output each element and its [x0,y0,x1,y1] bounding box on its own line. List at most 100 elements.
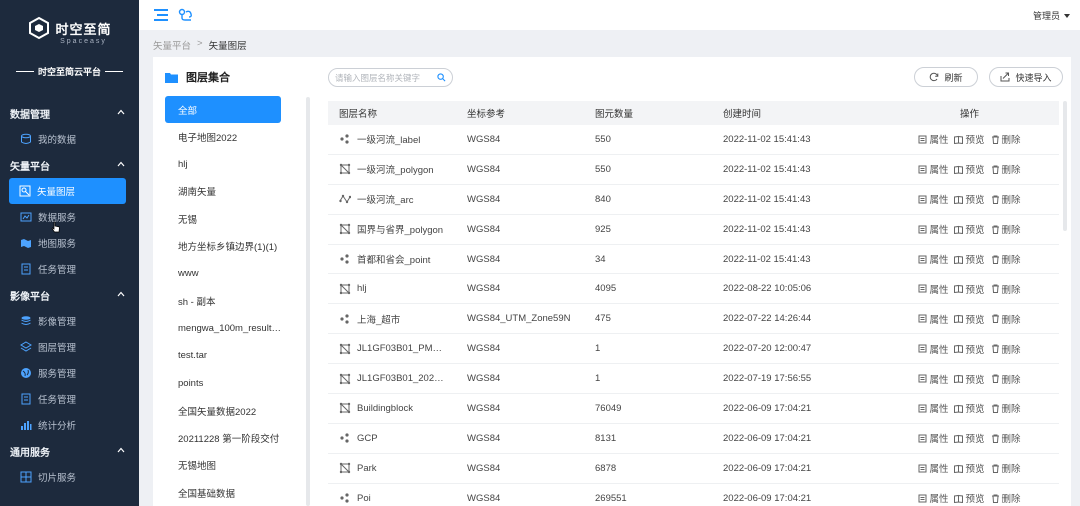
sidebar-group[interactable]: 通用服务 [0,438,139,464]
delete-button[interactable]: 删除 [991,372,1021,386]
attributes-button[interactable]: 属性 [918,491,948,505]
layer-collection-item[interactable]: 无锡地图 [165,452,310,479]
sidebar-group-label: 影像平台 [10,291,50,303]
delete-button[interactable]: 删除 [991,342,1021,356]
table-row[interactable]: 首都和省会_point WGS84 34 2022-11-02 15:41:43… [328,245,1059,275]
user-menu[interactable]: 管理员 [1033,9,1070,22]
delete-button[interactable]: 删除 [991,192,1021,206]
layer-collection-item[interactable]: test.tar [165,342,310,369]
attributes-button[interactable]: 属性 [918,431,948,445]
menu-toggle-icon[interactable] [154,9,168,21]
user-name: 管理员 [1032,11,1060,21]
table-row[interactable]: JL1GF03B01_202… WGS84 1 2022-07-19 17:56… [328,364,1059,395]
sidebar-group[interactable]: 数据管理 [0,100,139,126]
layer-collection-item[interactable]: 无锡 [165,205,310,232]
preview-button[interactable]: 预览 [954,372,985,386]
sidebar-item[interactable]: 任务管理 [0,386,139,412]
table-row[interactable]: GCP WGS84 8131 2022-06-09 17:04:21 属性 预览… [328,424,1059,454]
preview-button[interactable]: 预览 [954,461,985,475]
table-scrollbar[interactable] [1063,101,1067,231]
attributes-icon [918,195,927,204]
table-row[interactable]: Buildingblock WGS84 76049 2022-06-09 17:… [328,394,1059,424]
attributes-button[interactable]: 属性 [918,282,948,296]
refresh-button[interactable]: 刷新 [914,67,978,87]
delete-button[interactable]: 删除 [991,252,1021,266]
attributes-button[interactable]: 属性 [918,132,948,146]
sidebar-group[interactable]: 矢量平台 [0,152,139,178]
layer-collection-item[interactable]: points [165,370,310,397]
preview-button[interactable]: 预览 [954,192,985,206]
preview-button[interactable]: 预览 [954,282,985,296]
attributes-button[interactable]: 属性 [918,252,948,266]
table-row[interactable]: 一级河流_polygon WGS84 550 2022-11-02 15:41:… [328,155,1059,185]
table-row[interactable]: 国界与省界_polygon WGS84 925 2022-11-02 15:41… [328,215,1059,245]
attributes-button[interactable]: 属性 [918,461,948,475]
delete-button[interactable]: 删除 [991,312,1021,326]
delete-button[interactable]: 删除 [991,401,1021,415]
table-row[interactable]: JL1GF03B01_PM… WGS84 1 2022-07-20 12:00:… [328,334,1059,365]
folder-icon [165,72,178,83]
preview-button[interactable]: 预览 [954,222,985,236]
sidebar-item[interactable]: 任务管理 [0,256,139,282]
preview-button[interactable]: 预览 [954,491,985,505]
attributes-button[interactable]: 属性 [918,401,948,415]
attributes-button[interactable]: 属性 [918,162,948,176]
delete-button[interactable]: 删除 [991,282,1021,296]
layer-collection-item[interactable]: 电子地图2022 [165,123,310,150]
sidebar-item[interactable]: 数据服务 [0,204,139,230]
preview-button[interactable]: 预览 [954,401,985,415]
layer-collection-item[interactable]: 全国矢量数据2022 [165,397,310,424]
layer-collection-item[interactable]: hlj [165,150,310,177]
preview-button[interactable]: 预览 [954,162,985,176]
delete-button[interactable]: 删除 [991,162,1021,176]
preview-button[interactable]: 预览 [954,132,985,146]
layer-collection-item[interactable]: 全部 [165,96,281,123]
layer-collection-item[interactable]: 地方坐标乡镇边界(1)(1) [165,233,310,260]
table-row[interactable]: hlj WGS84 4095 2022-08-22 10:05:06 属性 预览… [328,274,1059,305]
chevron-up-icon [117,447,125,453]
cell-crs: WGS84 [467,373,501,385]
attributes-button[interactable]: 属性 [918,312,948,326]
sidebar-item[interactable]: 我的数据 [0,126,139,152]
delete-button[interactable]: 删除 [991,461,1021,475]
layer-collection-item[interactable]: mengwa_100m_result… [165,315,310,342]
layer-collection-item[interactable]: 20211228 第一阶段交付 [165,424,310,451]
sidebar-item[interactable]: 地图服务 [0,230,139,256]
cell-created: 2022-11-02 15:41:43 [723,253,811,265]
attributes-button[interactable]: 属性 [918,372,948,386]
preview-button[interactable]: 预览 [954,252,985,266]
delete-button[interactable]: 删除 [991,491,1021,505]
layer-collection-item[interactable]: sh - 副本 [165,287,310,314]
table-row[interactable]: 一级河流_label WGS84 550 2022-11-02 15:41:43… [328,125,1059,155]
search-icon[interactable] [437,73,446,82]
map-route-icon[interactable] [178,8,194,22]
table-row[interactable]: 一级河流_arc WGS84 840 2022-11-02 15:41:43 属… [328,185,1059,215]
table-row[interactable]: Park WGS84 6878 2022-06-09 17:04:21 属性 预… [328,454,1059,484]
layer-collection-item[interactable]: 全国基础数据 [165,479,310,506]
delete-button[interactable]: 删除 [991,132,1021,146]
breadcrumb-parent[interactable]: 矢量平台 [153,38,191,52]
preview-button[interactable]: 预览 [954,342,985,356]
table-row[interactable]: 上海_超市 WGS84_UTM_Zone59N 475 2022-07-22 1… [328,304,1059,335]
attributes-button[interactable]: 属性 [918,192,948,206]
layer-collection-item[interactable]: 湖南矢量 [165,178,310,205]
quick-import-button[interactable]: 快速导入 [989,67,1063,87]
attributes-button[interactable]: 属性 [918,222,948,236]
layer-collection-item[interactable]: www [165,260,310,287]
layer-list-scrollbar[interactable] [306,97,310,506]
sidebar-item[interactable]: 统计分析 [0,412,139,438]
sidebar-item[interactable]: 影像管理 [0,308,139,334]
sidebar-item[interactable]: 图层管理 [0,334,139,360]
search-input[interactable] [335,72,435,83]
cell-name: 国界与省界_polygon [328,222,456,236]
sidebar-group[interactable]: 影像平台 [0,282,139,308]
attributes-button[interactable]: 属性 [918,342,948,356]
table-row[interactable]: Poi WGS84 269551 2022-06-09 17:04:21 属性 … [328,484,1059,506]
sidebar-item[interactable]: 矢量图层 [9,178,126,204]
preview-button[interactable]: 预览 [954,431,985,445]
preview-button[interactable]: 预览 [954,312,985,326]
sidebar-item[interactable]: 切片服务 [0,464,139,490]
sidebar-item[interactable]: 服务管理 [0,360,139,386]
delete-button[interactable]: 删除 [991,222,1021,236]
delete-button[interactable]: 删除 [991,431,1021,445]
